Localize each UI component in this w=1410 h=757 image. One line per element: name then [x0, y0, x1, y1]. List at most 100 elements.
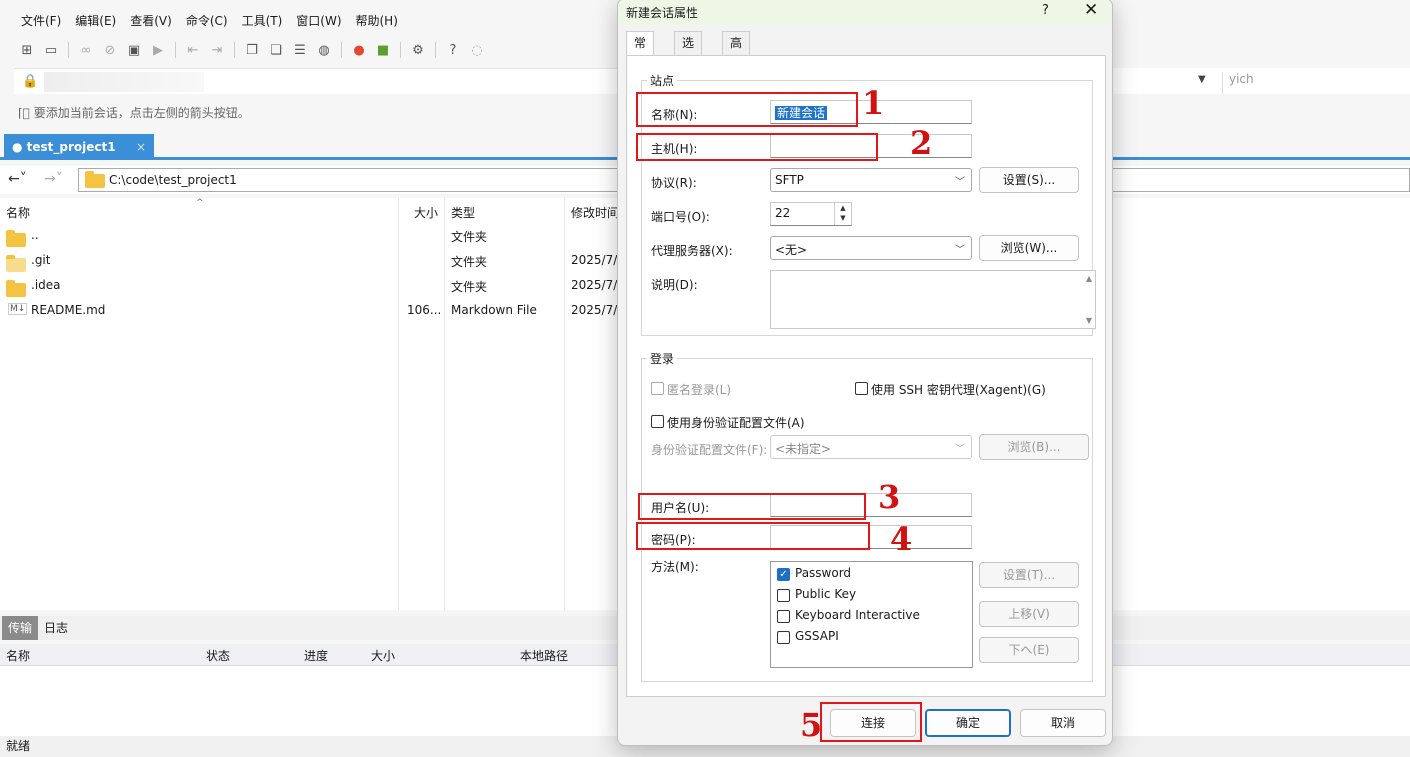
column-name[interactable]: 名称 — [6, 204, 30, 221]
description-label: 说明(D): — [651, 278, 698, 292]
method-label-item: Keyboard Interactive — [795, 608, 920, 622]
method-settings-button[interactable]: 设置(T)... — [979, 562, 1079, 588]
forward-icon[interactable]: →˅ — [44, 171, 63, 187]
globe-icon[interactable]: ◍ — [315, 41, 333, 59]
copy-icon[interactable]: ❐ — [243, 41, 261, 59]
use-profile-checkbox[interactable] — [651, 415, 664, 428]
column-name[interactable]: 名称 — [6, 647, 30, 664]
transfer-right-icon[interactable]: ⇥ — [208, 41, 226, 59]
menu-view[interactable]: 查看(V) — [123, 10, 179, 32]
menu-tools[interactable]: 工具(T) — [235, 10, 290, 32]
menu-file[interactable]: 文件(F) — [14, 10, 68, 32]
session-hint: ⌈⃞ 要添加当前会话，点击左侧的箭头按钮。 — [18, 104, 250, 121]
tab-transfer[interactable]: 传输 — [2, 616, 39, 640]
help-icon[interactable]: ? — [444, 41, 462, 59]
disconnect-icon[interactable]: ⊘ — [101, 41, 119, 59]
column-local-path[interactable]: 本地路径 — [520, 647, 568, 664]
menu-window[interactable]: 窗口(W) — [289, 10, 348, 32]
column-modified[interactable]: 修改时间 — [571, 204, 619, 221]
transfer-left-icon[interactable]: ⇤ — [184, 41, 202, 59]
close-icon[interactable]: × — [136, 134, 146, 160]
method-label-item: Public Key — [795, 587, 857, 601]
screen-icon[interactable]: ▣ — [125, 41, 143, 59]
open-folder-icon[interactable]: ▭ — [42, 41, 60, 59]
chat-icon[interactable]: ◌ — [468, 41, 486, 59]
method-checkbox[interactable] — [777, 631, 790, 644]
proxy-select[interactable]: <无> ﹀ — [770, 236, 972, 260]
dialog-title: 新建会话属性 — [626, 6, 699, 20]
menu-edit[interactable]: 编辑(E) — [68, 10, 123, 32]
cancel-button[interactable]: 取消 — [1020, 709, 1106, 737]
toolbar-separator — [175, 42, 176, 58]
list-view-icon[interactable]: ☰ — [291, 41, 309, 59]
method-checkbox[interactable] — [777, 610, 790, 623]
toolbar-separator — [234, 42, 235, 58]
browse-proxy-button[interactable]: 浏览(W)... — [979, 235, 1079, 261]
menu-command[interactable]: 命令(C) — [179, 10, 235, 32]
move-up-button[interactable]: 上移(V) — [979, 601, 1079, 627]
file-row[interactable]: .git 文件夹 2025/7/ — [0, 249, 620, 274]
method-label-item: GSSAPI — [795, 629, 839, 643]
column-type[interactable]: 类型 — [451, 204, 475, 221]
port-label: 端口号(O): — [651, 210, 710, 224]
menu-help[interactable]: 帮助(H) — [349, 10, 405, 32]
shop-icon[interactable]: ■ — [374, 41, 392, 59]
file-row[interactable]: .. 文件夹 — [0, 224, 620, 249]
user-field[interactable]: yich — [1222, 72, 1254, 94]
settings-button[interactable]: 设置(S)... — [979, 167, 1079, 193]
description-textarea[interactable]: ▲ ▼ — [770, 270, 1096, 329]
chevron-down-icon: ﹀ — [955, 177, 965, 188]
new-session-icon[interactable]: ⊞ — [18, 41, 36, 59]
profile-select[interactable]: <未指定> ﹀ — [770, 435, 972, 459]
method-checkbox[interactable]: ✓ — [777, 568, 790, 581]
method-checkbox[interactable] — [777, 589, 790, 602]
help-button[interactable]: ? — [1042, 3, 1049, 18]
toolbar: ⊞ ▭ ∞ ⊘ ▣ ▶ ⇤ ⇥ ❐ ❏ ☰ ◍ ● ■ ⚙ ? ◌ — [18, 38, 486, 62]
gear-icon[interactable]: ⚙ — [409, 41, 427, 59]
reconnect-icon[interactable]: ∞ — [77, 41, 95, 59]
chevron-down-icon: ﹀ — [955, 444, 965, 455]
file-type: 文件夹 — [451, 255, 488, 269]
snail-icon[interactable]: ● — [350, 41, 368, 59]
scroll-down-icon[interactable]: ▼ — [1086, 316, 1092, 325]
close-icon[interactable]: ✕ — [1084, 0, 1098, 20]
tab-options[interactable]: 选项 — [674, 31, 703, 72]
column-size[interactable]: 大小 — [371, 647, 395, 664]
column-status[interactable]: 状态 — [206, 647, 230, 664]
scroll-up-icon[interactable]: ▲ — [1086, 274, 1092, 283]
file-name: .. — [31, 228, 39, 242]
column-size[interactable]: 大小 — [414, 204, 438, 221]
protocol-label: 协议(R): — [651, 176, 697, 190]
site-group-label: 站点 — [647, 72, 678, 89]
browse-profile-button[interactable]: 浏览(B)... — [979, 434, 1089, 460]
paste-icon[interactable]: ❏ — [267, 41, 285, 59]
ssh-agent-checkbox[interactable] — [855, 382, 868, 395]
back-icon[interactable]: ←˅ — [8, 171, 27, 187]
annotation-box-name — [636, 92, 858, 127]
file-modified: 2025/7/ — [571, 253, 618, 267]
protocol-select[interactable]: SFTP ﹀ — [770, 168, 972, 192]
address-input[interactable] — [44, 72, 204, 92]
chevron-down-icon[interactable]: ▼ — [1198, 74, 1206, 85]
tab-log[interactable]: 日志 — [38, 616, 74, 640]
annotation-number-1: 1 — [862, 84, 885, 122]
annotation-box-username — [638, 493, 866, 520]
toolbar-separator — [341, 42, 342, 58]
play-icon[interactable]: ▶ — [149, 41, 167, 59]
anonymous-checkbox[interactable] — [651, 382, 664, 395]
tab-advanced[interactable]: 高级 — [722, 31, 751, 72]
tab-test-project1[interactable]: ● test_project1 × — [4, 134, 154, 160]
tab-general[interactable]: 常规 — [626, 31, 655, 72]
column-progress[interactable]: 进度 — [304, 647, 328, 664]
ok-button[interactable]: 确定 — [925, 709, 1011, 737]
port-stepper[interactable]: ▲ ▼ — [834, 203, 851, 225]
move-down-button[interactable]: 下へ(E) — [979, 637, 1079, 663]
file-type: 文件夹 — [451, 280, 488, 294]
file-row[interactable]: .idea 文件夹 2025/7/ — [0, 274, 620, 299]
file-type: Markdown File — [451, 303, 537, 317]
file-size: 106... — [407, 303, 442, 317]
toolbar-separator — [435, 42, 436, 58]
annotation-box-connect — [820, 702, 922, 742]
protocol-value: SFTP — [775, 173, 804, 187]
file-row[interactable]: M↓ README.md 106... Markdown File 2025/7… — [0, 299, 620, 324]
